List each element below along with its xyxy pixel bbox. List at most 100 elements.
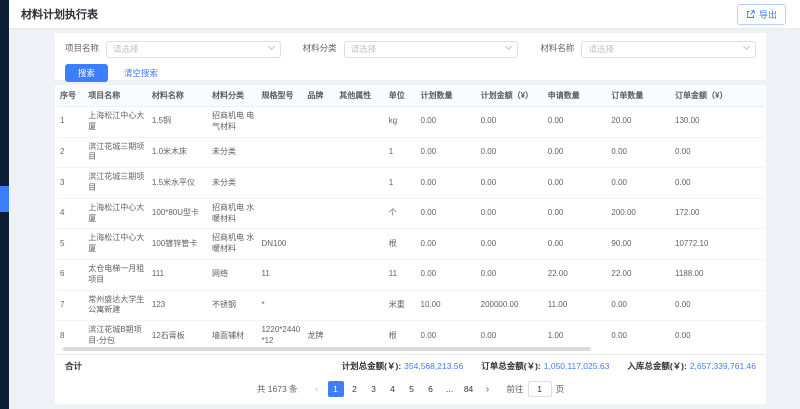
prev-page-button[interactable]: ‹ [310,382,324,397]
goto-page-input[interactable] [528,381,552,397]
table-row[interactable]: 4上海松江中心大厦100*80U型卡招商机电 水暖材料个0.000.000.00… [57,198,764,229]
table-scroll-area[interactable]: 序号项目名称材料名称材料分类规格型号品牌其他属性单位计划数量计划金额（¥）申请数… [55,85,766,345]
table-cell: 5 [57,229,85,260]
table-cell: 20.00 [608,107,672,138]
column-header: 其他属性 [336,85,385,107]
table-cell [336,198,385,229]
column-header: 规格型号 [258,85,304,107]
table-cell [304,259,336,290]
table-cell: 12石膏板 [149,321,209,345]
table-cell: 0.00 [418,137,478,168]
table-cell: 太仓电梯一月租项目 [85,259,149,290]
table-cell: 0.00 [608,290,672,321]
column-header: 品牌 [304,85,336,107]
pagination: 共 1673 条 ‹ 123456...84 › 前往 页 [55,377,766,404]
data-table-panel: 序号项目名称材料名称材料分类规格型号品牌其他属性单位计划数量计划金额（¥）申请数… [55,85,766,404]
total-item: 入库总金额(￥):2,657,339,761.46 [627,360,756,372]
table-cell: 招商机电 水暖材料 [209,198,258,229]
export-button[interactable]: 导出 [737,4,786,25]
table-cell [336,107,385,138]
page-button[interactable]: 84 [461,381,477,397]
table-cell: 1 [386,168,418,199]
table-cell: 0.00 [672,137,764,168]
table-cell: 常州盛达大学生公寓新建 [85,290,149,321]
page-button[interactable]: 3 [366,381,382,397]
horizontal-scrollbar[interactable] [63,347,758,351]
table-cell: 0.00 [418,321,478,345]
table-cell: 0.00 [478,137,545,168]
table-cell: 不锈钢 [209,290,258,321]
table-cell: 龙牌 [304,321,336,345]
table-cell: 1.00 [545,321,609,345]
table-cell: 1188.00 [672,259,764,290]
project-name-select-input[interactable] [106,41,281,58]
next-page-button[interactable]: › [481,382,495,397]
column-header: 申请数量 [545,85,609,107]
clear-search-button[interactable]: 清空搜索 [124,67,158,79]
total-item: 订单总金额(￥):1,050,117,025.63 [481,360,609,372]
table-cell: 招商机电 电气材料 [209,107,258,138]
total-item-value: 354,568,213.56 [404,361,463,371]
table-cell [336,168,385,199]
table-cell: 0.00 [478,259,545,290]
table-cell: 未分类 [209,168,258,199]
table-cell: 个 [386,198,418,229]
horizontal-scrollbar-thumb[interactable] [63,347,591,351]
table-cell [304,198,336,229]
collapsed-sidebar[interactable] [0,0,9,409]
material-name-select-input[interactable] [581,41,756,58]
table-cell [304,229,336,260]
table-cell: 10.00 [418,290,478,321]
table-cell: 根 [386,321,418,345]
table-cell [336,259,385,290]
table-cell: 90.00 [608,229,672,260]
table-cell: 0.00 [478,168,545,199]
filter-project-name: 项目名称 [65,39,281,58]
table-cell: 111 [149,259,209,290]
totals-items: 计划总金额(￥):354,568,213.56 订单总金额(￥):1,050,11… [342,360,756,372]
table-row[interactable]: 5上海松江中心大厦100镀锌管卡招商机电 水暖材料DN100根0.000.000… [57,229,764,260]
filter-row: 项目名称 材料分类 材料名称 [65,39,756,58]
filter-material-name-label: 材料名称 [540,42,574,54]
page-number-list: 123456...84 [328,381,477,397]
page-button[interactable]: 6 [423,381,439,397]
table-cell: 0.00 [478,321,545,345]
page-button[interactable]: 5 [404,381,420,397]
table-row[interactable]: 6太仓电梯一月租项目111网络11110.000.0022.0022.00118… [57,259,764,290]
table-cell [304,107,336,138]
table-cell: 0.00 [418,229,478,260]
table-cell: 1220*2440*12 [258,321,304,345]
export-button-label: 导出 [759,8,777,21]
search-button[interactable]: 搜索 [65,64,108,82]
table-cell: 0.00 [478,107,545,138]
total-item: 计划总金额(￥):354,568,213.56 [342,360,464,372]
table-cell: 100*80U型卡 [149,198,209,229]
table-row[interactable]: 8滨江花城B期项目-分包12石膏板墙面辅材1220*2440*12龙牌根0.00… [57,321,764,345]
page-button[interactable]: 2 [347,381,363,397]
table-cell: 1 [57,107,85,138]
material-name-select[interactable] [581,39,756,58]
material-category-select-input[interactable] [344,41,519,58]
table-row[interactable]: 3滨江花城三期项目1.5米水平仪未分类10.000.000.000.000.00 [57,168,764,199]
project-name-select[interactable] [106,39,281,58]
table-cell: 22.00 [545,259,609,290]
table-cell: 4 [57,198,85,229]
sidebar-active-item-indicator[interactable] [0,186,9,212]
table-cell: DN100 [258,229,304,260]
filter-project-name-label: 项目名称 [65,42,99,54]
material-category-select[interactable] [344,39,519,58]
table-cell: 11 [386,259,418,290]
table-cell: 招商机电 水暖材料 [209,229,258,260]
table-cell: 0.00 [478,229,545,260]
filter-actions: 搜索 清空搜索 [65,64,756,82]
total-item-value: 1,050,117,025.63 [544,361,610,371]
filter-material-category: 材料分类 [303,39,519,58]
column-header: 订单数量 [608,85,672,107]
table-cell: 123 [149,290,209,321]
table-row[interactable]: 7常州盛达大学生公寓新建123不锈钢*米重10.00200000.0011.00… [57,290,764,321]
table-row[interactable]: 2滨江花城三期项目1.0米木床未分类10.000.000.000.000.00 [57,137,764,168]
page-button[interactable]: 1 [328,381,344,397]
page-button[interactable]: 4 [385,381,401,397]
table-cell: 滨江花城B期项目-分包 [85,321,149,345]
table-row[interactable]: 1上海松江中心大厦1.5铜招商机电 电气材料kg0.000.000.0020.0… [57,107,764,138]
